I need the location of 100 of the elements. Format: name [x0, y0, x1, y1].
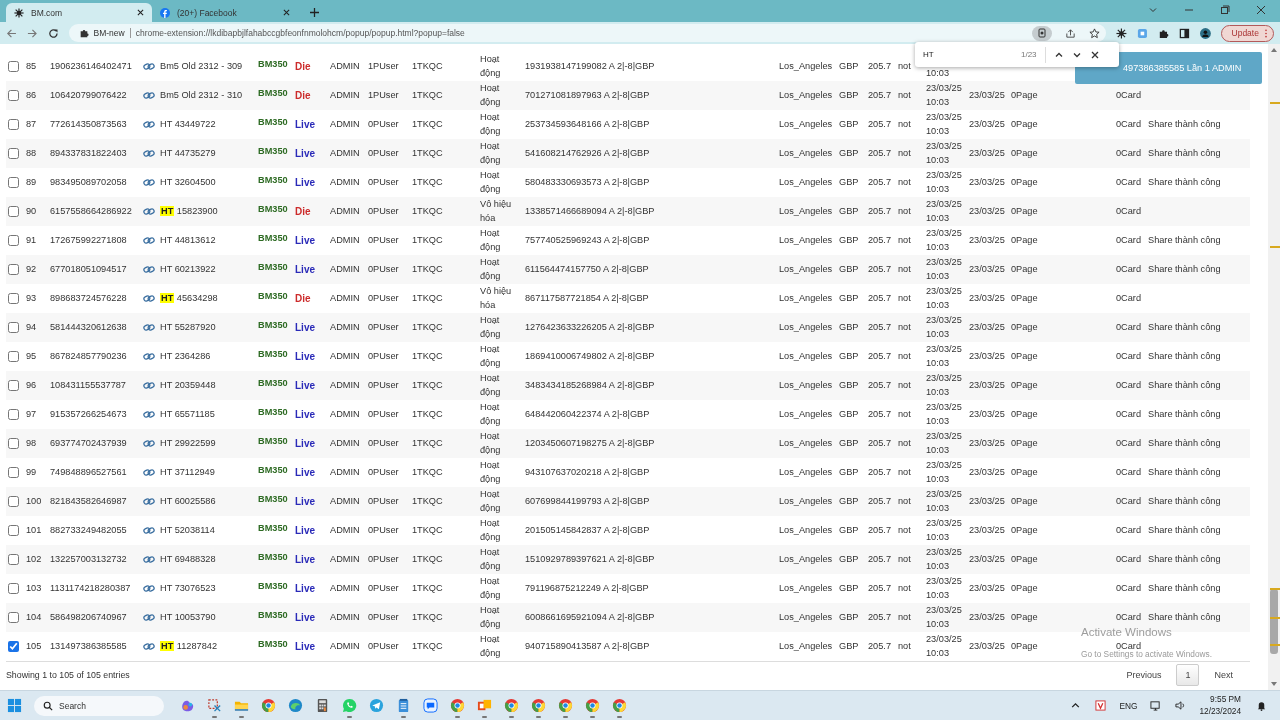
bell-icon[interactable] — [1256, 700, 1267, 711]
row-checkbox[interactable] — [8, 496, 19, 507]
row-checkbox[interactable] — [8, 264, 19, 275]
row-checkbox[interactable] — [8, 206, 19, 217]
link-icon[interactable] — [143, 381, 155, 390]
row-checkbox[interactable] — [8, 554, 19, 565]
row-checkbox[interactable] — [8, 641, 19, 652]
wave-icon[interactable] — [288, 698, 303, 713]
scrollbar[interactable] — [1268, 44, 1280, 690]
link-icon[interactable] — [143, 236, 155, 245]
avatar-icon[interactable] — [1199, 27, 1211, 39]
link-icon[interactable] — [143, 62, 155, 71]
scroll-up-icon[interactable] — [1270, 47, 1278, 53]
sun-icon[interactable] — [1116, 27, 1128, 39]
scrollbar-thumb[interactable] — [1270, 589, 1278, 654]
back-icon[interactable] — [6, 27, 17, 39]
browser-icon[interactable] — [612, 698, 627, 713]
browser-icon[interactable] — [558, 698, 573, 713]
link-icon[interactable] — [143, 265, 155, 274]
more-icon[interactable] — [1264, 28, 1267, 38]
link-icon[interactable] — [143, 526, 155, 535]
monitor-icon[interactable] — [1150, 700, 1162, 711]
table-cell-text: not — [898, 465, 911, 479]
paper-plane-icon[interactable] — [369, 698, 384, 713]
link-icon[interactable] — [143, 410, 155, 419]
row-checkbox[interactable] — [8, 612, 19, 623]
puzzle-icon[interactable] — [1158, 27, 1169, 39]
browser-icon[interactable] — [504, 698, 519, 713]
close-icon[interactable] — [137, 9, 144, 16]
link-icon[interactable] — [143, 207, 155, 216]
table-cell-text: Bm5 Old 2312 - 310 — [160, 88, 243, 102]
speaker-icon[interactable] — [1175, 700, 1187, 711]
page-icon[interactable] — [1032, 25, 1053, 41]
row-checkbox[interactable] — [8, 380, 19, 391]
pagination-button[interactable]: Previous — [1117, 664, 1171, 686]
row-checkbox[interactable] — [8, 322, 19, 333]
browser-icon[interactable] — [450, 698, 465, 713]
office-icon[interactable] — [477, 698, 492, 713]
notepad-icon[interactable] — [396, 698, 411, 713]
windows-logo-icon[interactable] — [7, 698, 22, 713]
table-cell-text: 23/03/25 — [969, 407, 1005, 421]
pagination-button[interactable]: 1 — [1176, 664, 1200, 686]
table-cell-text: 915357266254673 — [50, 407, 127, 421]
row-checkbox[interactable] — [8, 409, 19, 420]
browser-icon[interactable] — [585, 698, 600, 713]
chat-app-icon[interactable] — [423, 698, 438, 713]
browser-icon[interactable] — [531, 698, 546, 713]
browser-tab[interactable]: (20+) Facebook — [152, 3, 298, 22]
restore-icon[interactable] — [1220, 5, 1230, 15]
find-field[interactable]: HT — [923, 50, 1013, 59]
link-icon[interactable] — [143, 91, 155, 100]
forward-icon[interactable] — [26, 27, 38, 39]
link-icon[interactable] — [143, 323, 155, 332]
link-icon[interactable] — [143, 294, 155, 303]
chevron-down-icon[interactable] — [1148, 5, 1158, 15]
row-checkbox[interactable] — [8, 177, 19, 188]
row-checkbox[interactable] — [8, 235, 19, 246]
browser-tab[interactable]: BM.com — [6, 3, 152, 22]
row-checkbox[interactable] — [8, 148, 19, 159]
link-icon[interactable] — [143, 555, 155, 564]
row-checkbox[interactable] — [8, 525, 19, 536]
close-icon[interactable] — [1256, 5, 1266, 15]
row-checkbox[interactable] — [8, 583, 19, 594]
row-checkbox[interactable] — [8, 119, 19, 130]
search-field[interactable]: Search — [34, 695, 164, 716]
update-button[interactable]: Update — [1220, 24, 1274, 42]
swirl-icon[interactable] — [180, 698, 195, 713]
new-tab-icon[interactable] — [310, 8, 319, 17]
row-checkbox[interactable] — [8, 90, 19, 101]
calculator-icon[interactable] — [315, 698, 330, 713]
link-icon[interactable] — [143, 497, 155, 506]
reload-icon[interactable] — [47, 27, 59, 39]
language-indicator[interactable]: ENG — [1119, 700, 1138, 711]
link-icon[interactable] — [143, 352, 155, 361]
close-icon[interactable] — [283, 9, 290, 16]
link-icon[interactable] — [143, 468, 155, 477]
link-icon[interactable] — [143, 120, 155, 129]
link-icon[interactable] — [143, 613, 155, 622]
address-bar[interactable]: BM-new chrome-extension://lkdibapbjlfahabccgbfeonfnmolohcm/popup/popup.html?popup=false — [68, 24, 1107, 42]
row-checkbox[interactable] — [8, 61, 19, 72]
row-checkbox[interactable] — [8, 438, 19, 449]
link-icon[interactable] — [143, 178, 155, 187]
link-icon[interactable] — [143, 439, 155, 448]
scroll-down-icon[interactable] — [1270, 681, 1278, 687]
status-text: Live — [295, 437, 315, 451]
share-icon[interactable] — [1065, 27, 1077, 39]
row-checkbox[interactable] — [8, 351, 19, 362]
row-checkbox[interactable] — [8, 293, 19, 304]
link-icon[interactable] — [143, 642, 155, 651]
pagination-button[interactable]: Next — [1205, 664, 1242, 686]
star-icon[interactable] — [1089, 27, 1101, 39]
table-cell-text: 0PUser — [368, 320, 399, 334]
extension-icon[interactable] — [1137, 27, 1148, 39]
link-icon[interactable] — [143, 584, 155, 593]
close-icon[interactable] — [1089, 49, 1100, 60]
browser-icon[interactable] — [261, 698, 276, 713]
link-icon[interactable] — [143, 149, 155, 158]
scissors-icon[interactable] — [207, 698, 222, 713]
sidebar-icon[interactable] — [1178, 27, 1190, 39]
row-checkbox[interactable] — [8, 467, 19, 478]
